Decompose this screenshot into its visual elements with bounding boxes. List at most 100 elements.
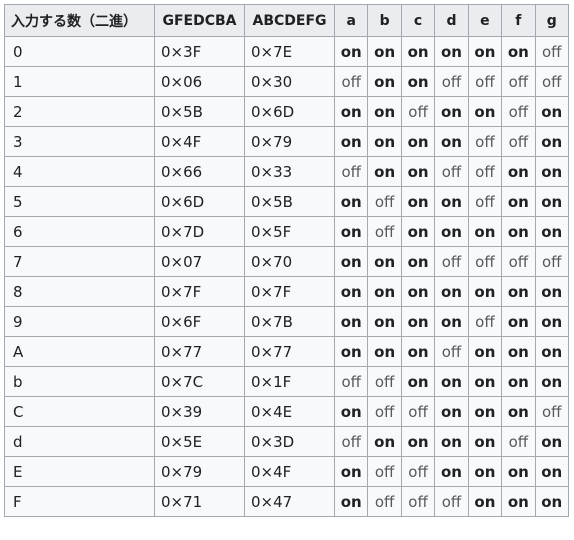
cell-abcdefg: 0×30 <box>244 66 335 97</box>
cell-segment-d: off <box>434 486 469 517</box>
table-row: E 0×79 0×4F on off off on on on on <box>4 456 569 487</box>
cell-segment-a: on <box>333 126 369 157</box>
cell-input: A <box>4 336 155 367</box>
header-segment-f: f <box>501 4 536 37</box>
cell-segment-c: off <box>400 486 436 517</box>
cell-segment-g: on <box>534 486 569 517</box>
cell-segment-d: on <box>434 186 469 217</box>
cell-segment-a: on <box>333 96 369 127</box>
cell-abcdefg: 0×7E <box>244 36 335 67</box>
cell-segment-b: on <box>367 66 402 97</box>
cell-segment-b: on <box>367 336 402 367</box>
cell-segment-d: on <box>434 276 469 307</box>
cell-segment-d: on <box>434 216 469 247</box>
cell-segment-d: off <box>434 66 469 97</box>
cell-segment-d: on <box>434 456 469 487</box>
cell-segment-a: on <box>333 336 369 367</box>
cell-segment-e: off <box>467 306 503 337</box>
cell-input: 5 <box>4 186 155 217</box>
cell-segment-g: off <box>534 36 569 67</box>
cell-segment-f: on <box>501 456 536 487</box>
cell-segment-b: on <box>367 36 402 67</box>
cell-segment-f: on <box>501 486 536 517</box>
table-row: 4 0×66 0×33 off on on off off on on <box>4 156 569 187</box>
cell-input: 3 <box>4 126 155 157</box>
cell-segment-g: on <box>534 276 569 307</box>
cell-segment-g: off <box>534 246 569 277</box>
cell-input: F <box>4 486 155 517</box>
cell-segment-b: on <box>367 246 402 277</box>
cell-segment-a: on <box>333 246 369 277</box>
cell-segment-g: on <box>534 126 569 157</box>
cell-abcdefg: 0×3D <box>244 426 335 457</box>
cell-segment-f: off <box>501 426 536 457</box>
cell-input: E <box>4 456 155 487</box>
header-abcdefg: ABCDEFG <box>244 4 335 37</box>
table-row: 9 0×6F 0×7B on on on on off on on <box>4 306 569 337</box>
header-input-number: 入力する数（二進） <box>4 4 155 37</box>
cell-segment-c: on <box>400 426 436 457</box>
table-body: 0 0×3F 0×7E on on on on on on off 1 0×06… <box>4 36 569 517</box>
cell-abcdefg: 0×7B <box>244 306 335 337</box>
cell-abcdefg: 0×6D <box>244 96 335 127</box>
table-row: A 0×77 0×77 on on on off on on on <box>4 336 569 367</box>
cell-segment-a: off <box>333 366 369 397</box>
cell-segment-f: on <box>501 36 536 67</box>
table-row: 6 0×7D 0×5F on off on on on on on <box>4 216 569 247</box>
cell-gfedcba: 0×7C <box>154 366 245 397</box>
cell-segment-b: on <box>367 156 402 187</box>
seven-segment-table-container: 入力する数（二進） GFEDCBA ABCDEFG a b c d e f g … <box>4 4 569 517</box>
cell-segment-e: off <box>467 246 503 277</box>
header-gfedcba: GFEDCBA <box>154 4 245 37</box>
cell-segment-d: on <box>434 126 469 157</box>
cell-segment-d: on <box>434 36 469 67</box>
cell-abcdefg: 0×47 <box>244 486 335 517</box>
cell-segment-d: on <box>434 306 469 337</box>
cell-segment-e: off <box>467 186 503 217</box>
cell-segment-e: on <box>467 366 503 397</box>
cell-segment-f: on <box>501 156 536 187</box>
cell-gfedcba: 0×5B <box>154 96 245 127</box>
cell-segment-g: on <box>534 156 569 187</box>
cell-segment-c: on <box>400 126 436 157</box>
cell-gfedcba: 0×4F <box>154 126 245 157</box>
cell-segment-e: on <box>467 96 503 127</box>
cell-segment-g: on <box>534 216 569 247</box>
cell-segment-a: on <box>333 486 369 517</box>
cell-segment-e: on <box>467 486 503 517</box>
cell-segment-c: on <box>400 336 436 367</box>
header-segment-b: b <box>367 4 402 37</box>
cell-segment-c: on <box>400 156 436 187</box>
cell-segment-g: on <box>534 426 569 457</box>
table-row: 2 0×5B 0×6D on on off on on off on <box>4 96 569 127</box>
cell-segment-a: on <box>333 306 369 337</box>
cell-segment-a: on <box>333 276 369 307</box>
cell-segment-a: on <box>333 456 369 487</box>
cell-segment-b: on <box>367 276 402 307</box>
cell-segment-g: on <box>534 456 569 487</box>
cell-segment-e: on <box>467 426 503 457</box>
cell-segment-d: off <box>434 246 469 277</box>
cell-segment-f: off <box>501 66 536 97</box>
cell-segment-a: off <box>333 156 369 187</box>
cell-segment-c: on <box>400 36 436 67</box>
cell-input: d <box>4 426 155 457</box>
cell-segment-d: off <box>434 336 469 367</box>
cell-abcdefg: 0×77 <box>244 336 335 367</box>
cell-segment-a: on <box>333 216 369 247</box>
cell-segment-c: on <box>400 306 436 337</box>
header-segment-a: a <box>333 4 369 37</box>
cell-gfedcba: 0×7D <box>154 216 245 247</box>
cell-segment-e: on <box>467 276 503 307</box>
cell-abcdefg: 0×70 <box>244 246 335 277</box>
cell-abcdefg: 0×4E <box>244 396 335 427</box>
cell-segment-e: on <box>467 36 503 67</box>
cell-gfedcba: 0×7F <box>154 276 245 307</box>
cell-segment-e: off <box>467 126 503 157</box>
cell-segment-c: off <box>400 396 436 427</box>
cell-gfedcba: 0×39 <box>154 396 245 427</box>
cell-segment-f: off <box>501 96 536 127</box>
cell-input: 7 <box>4 246 155 277</box>
cell-segment-e: on <box>467 336 503 367</box>
cell-segment-f: on <box>501 186 536 217</box>
